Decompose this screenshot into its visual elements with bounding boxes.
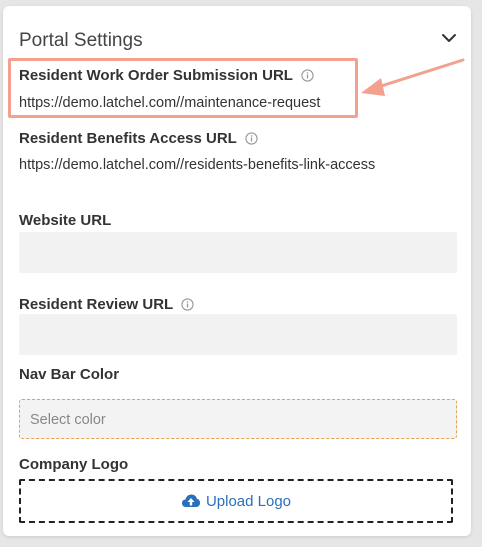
collapse-button[interactable]: [439, 28, 459, 48]
nav-bar-color-label: Nav Bar Color: [19, 366, 120, 383]
review-url-input[interactable]: [19, 314, 457, 355]
website-url-input[interactable]: [19, 232, 457, 273]
upload-logo-label: Upload Logo: [205, 492, 292, 510]
info-icon[interactable]: [245, 132, 258, 145]
benefits-url-value: https://demo.latchel.com//residents-bene…: [19, 157, 376, 173]
panel-title: Portal Settings: [19, 30, 143, 51]
company-logo-label: Company Logo: [19, 456, 129, 473]
highlight-box: [8, 58, 358, 118]
nav-bar-color-select[interactable]: Select color: [19, 399, 457, 439]
benefits-url-label: Resident Benefits Access URL: [19, 130, 258, 147]
pointer-arrow: [361, 58, 465, 96]
cloud-upload-icon: [181, 494, 200, 507]
review-url-label: Resident Review URL: [19, 296, 194, 313]
chevron-down-icon: [442, 34, 456, 42]
upload-logo-button[interactable]: Upload Logo: [19, 479, 453, 523]
website-url-label: Website URL: [19, 212, 112, 229]
info-icon[interactable]: [181, 298, 194, 311]
